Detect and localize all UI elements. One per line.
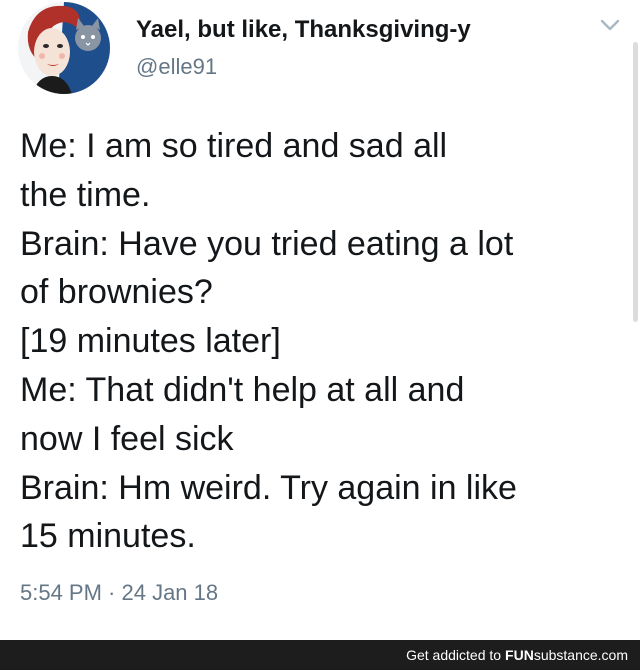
watermark-footer: Get addicted to FUNsubstance.com — [0, 640, 640, 670]
display-name[interactable]: Yael, but like, Thanksgiving-y — [136, 16, 471, 44]
tweet-text-line: the time. — [20, 175, 151, 214]
watermark-text: Get addicted to FUNsubstance.com — [406, 647, 628, 663]
tweet-text-line: Me: That didn't help at all and — [20, 370, 465, 409]
tweet-text-line: 15 minutes. — [20, 517, 196, 556]
tweet-card: Yael, but like, Thanksgiving-y @elle91 M… — [0, 0, 640, 640]
tweet-menu-button[interactable] — [597, 14, 623, 36]
tweet-timestamp[interactable]: 5:54 PM · 24 Jan 18 — [20, 580, 218, 606]
tweet-text-line: Me: I am so tired and sad all — [20, 127, 448, 165]
watermark-brand-rest: substance.com — [533, 647, 628, 663]
user-handle[interactable]: @elle91 — [136, 54, 217, 80]
watermark-tagline: Get addicted to — [406, 647, 502, 663]
tweet-text-line: [19 minutes later] — [20, 322, 281, 361]
tweet-text-line: Brain: Hm weird. Try again in like — [20, 468, 517, 507]
avatar[interactable] — [18, 2, 110, 94]
tweet-text-line: of brownies? — [20, 273, 213, 312]
scrollbar[interactable] — [633, 42, 638, 322]
watermark-brand-bold: FUN — [505, 647, 534, 663]
tweet-text: Me: I am so tired and sad all the time. … — [20, 122, 620, 561]
chevron-down-icon — [600, 19, 620, 31]
woman-with-cat-avatar-icon — [18, 2, 110, 94]
tweet-text-line: Brain: Have you tried eating a lot — [20, 224, 514, 263]
tweet-text-line: now I feel sick — [20, 419, 234, 458]
